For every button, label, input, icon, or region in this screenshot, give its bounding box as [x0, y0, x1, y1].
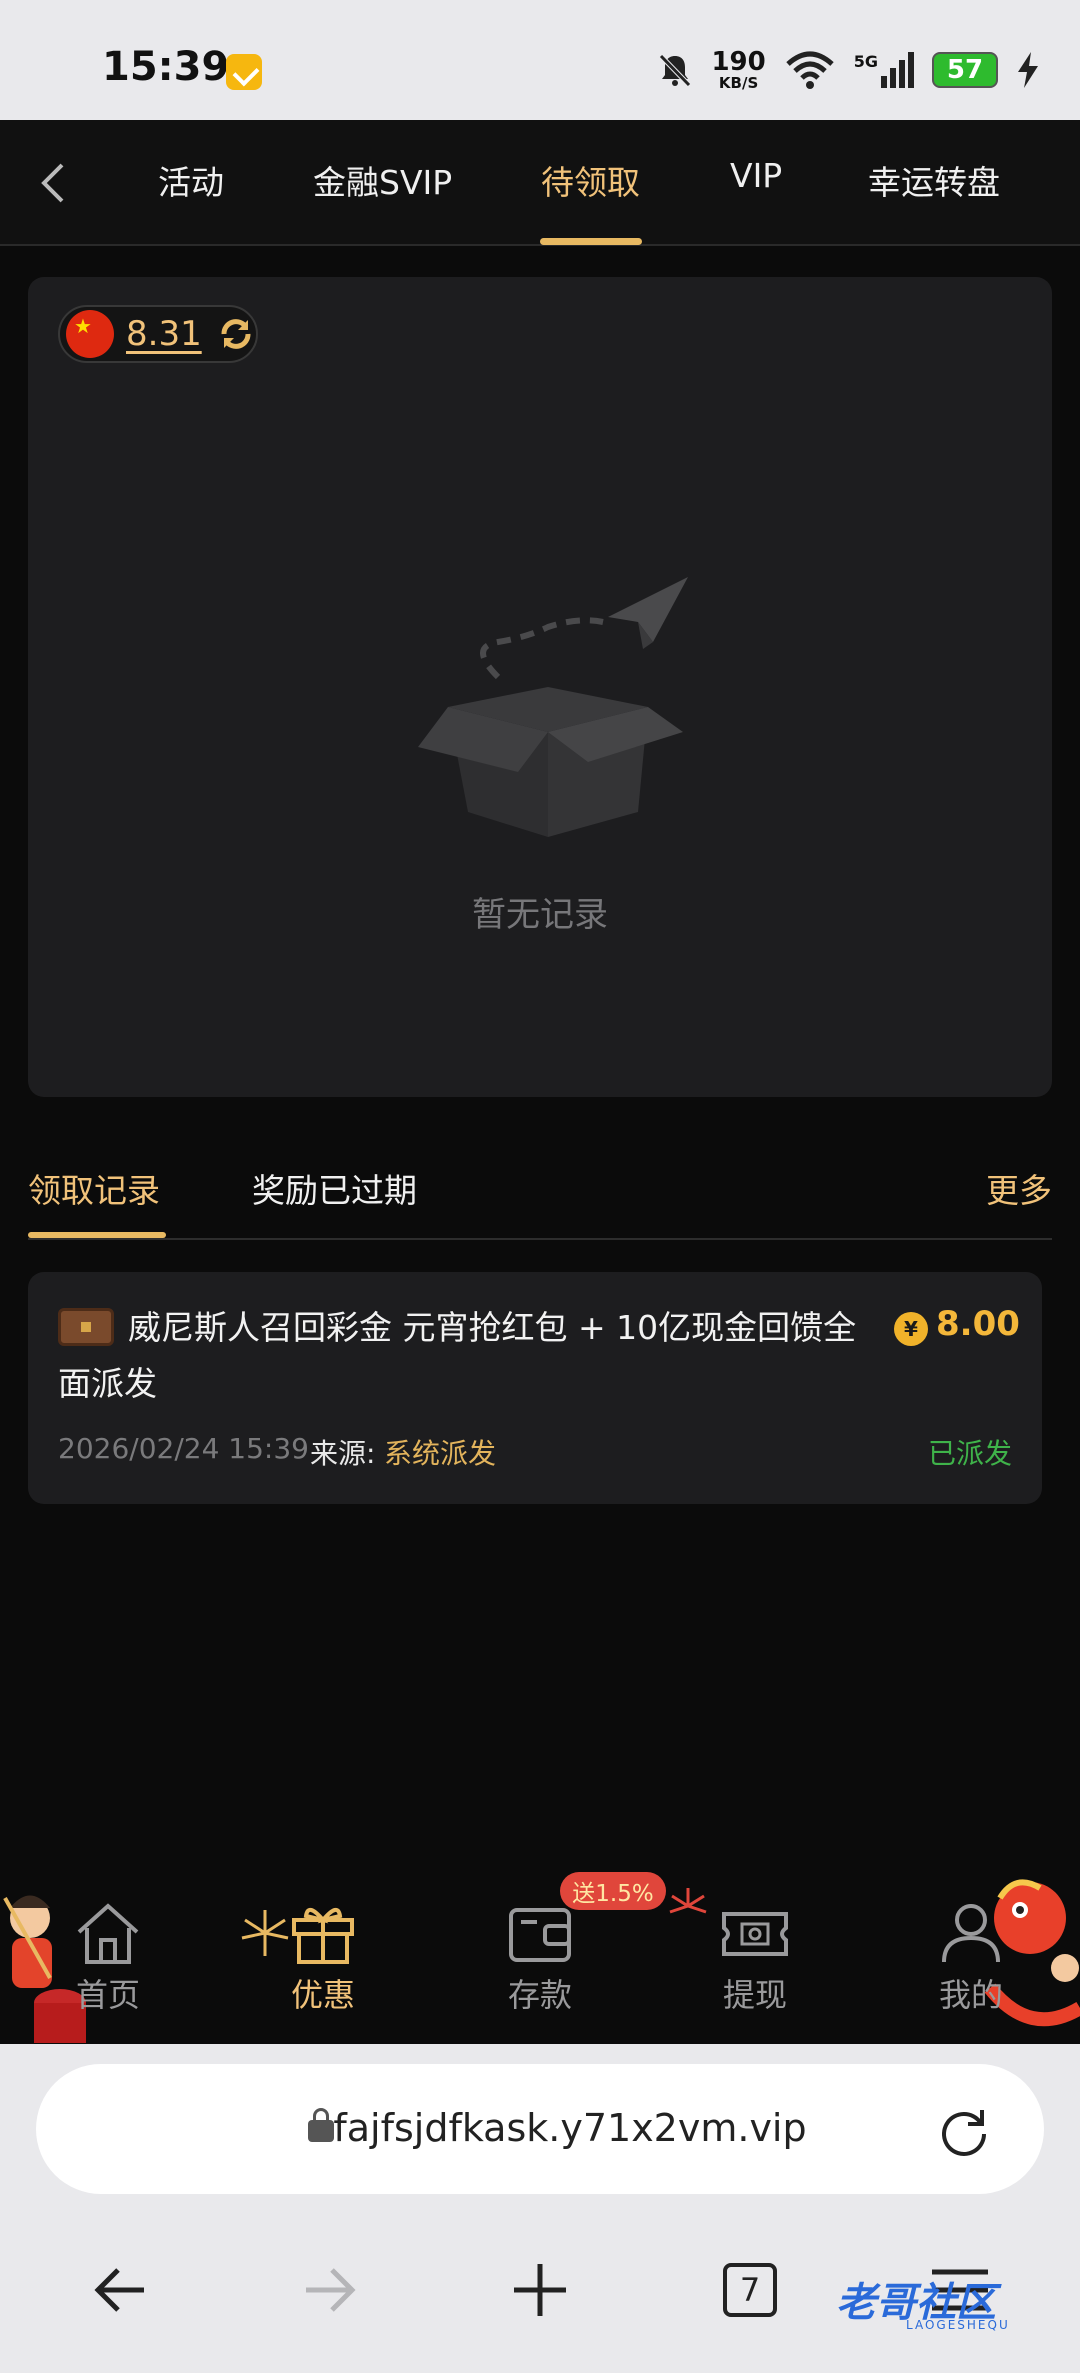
home-icon	[77, 1903, 139, 1964]
wallet-icon	[509, 1908, 571, 1962]
china-flag-icon	[66, 310, 114, 358]
signal-5g-icon: 5G	[854, 52, 914, 88]
browser-forward-button[interactable]	[290, 2250, 370, 2330]
reload-icon[interactable]	[936, 2104, 992, 2160]
net-speed: 190 KB/S	[711, 47, 766, 92]
active-tab-indicator	[540, 238, 642, 245]
user-icon	[942, 1904, 1000, 1963]
address-bar[interactable]: fajfsjdfkask.y71x2vm.vip	[36, 2064, 1044, 2194]
tab-count: 7	[723, 2263, 777, 2317]
nav-profile-label: 我的	[938, 1976, 1003, 2014]
tab-lucky-wheel[interactable]: 幸运转盘	[868, 156, 1000, 204]
gift-icon	[292, 1908, 354, 1964]
nav-profile[interactable]: 我的	[906, 1900, 1036, 2030]
nav-withdraw-label: 提现	[722, 1976, 787, 2014]
yuan-coin-icon: ¥	[894, 1312, 928, 1346]
active-record-tab-indicator	[28, 1232, 166, 1238]
nav-home-label: 首页	[75, 1976, 140, 2014]
tab-pending[interactable]: 待领取	[541, 156, 640, 204]
balance-pill[interactable]: 8.31	[58, 305, 258, 363]
mute-bell-icon	[659, 54, 692, 87]
status-time: 15:39	[102, 44, 230, 90]
watermark-subtext: LAOGESHEQU	[906, 2318, 1010, 2332]
record-date: 2026/02/24 15:39	[58, 1432, 309, 1465]
nav-home[interactable]: 首页	[43, 1900, 173, 2030]
plus-icon	[514, 2264, 566, 2316]
back-button[interactable]	[28, 158, 78, 208]
bottom-app-nav: 首页 优惠 存款 提现 我的	[0, 1868, 1080, 2044]
tabs-button[interactable]: 7	[710, 2250, 790, 2330]
empty-state-text: 暂无记录	[472, 895, 608, 935]
nav-promotions-label: 优惠	[290, 1976, 355, 2014]
tab-claim-records[interactable]: 领取记录	[28, 1164, 160, 1212]
new-tab-button[interactable]	[500, 2250, 580, 2330]
tab-finance-svip[interactable]: 金融SVIP	[313, 156, 452, 204]
nav-deposit-label: 存款	[507, 1976, 572, 2014]
top-nav: 活动 金融SVIP 待领取 VIP 幸运转盘	[0, 120, 1080, 246]
notification-app-icon	[226, 54, 262, 90]
record-tabs: 领取记录 奖励已过期 更多	[28, 1150, 1052, 1240]
more-link[interactable]: 更多	[986, 1164, 1052, 1212]
nav-withdraw[interactable]: 提现	[690, 1900, 820, 2030]
record-amount: 8.00	[936, 1304, 1020, 1344]
browser-back-button[interactable]	[80, 2250, 160, 2330]
nav-promotions[interactable]: 优惠	[258, 1900, 388, 2030]
record-title: 威尼斯人召回彩金 元宵抢红包 + 10亿现金回馈全面派发	[58, 1308, 857, 1403]
refresh-icon[interactable]	[216, 314, 256, 354]
record-source: 系统派发	[384, 1437, 497, 1470]
record-source-label: 来源:	[310, 1437, 376, 1470]
empty-box-icon	[418, 577, 688, 837]
status-bar: 15:39 190 KB/S 5G 57	[0, 0, 1080, 120]
tab-expired-rewards[interactable]: 奖励已过期	[252, 1164, 417, 1212]
withdraw-icon	[722, 1912, 788, 1956]
pending-rewards-card: 8.31 暂无记录	[28, 277, 1052, 1097]
tab-vip[interactable]: VIP	[730, 156, 782, 195]
arrow-right-icon	[306, 2268, 356, 2312]
arrow-left-icon	[94, 2268, 144, 2312]
balance-value: 8.31	[126, 314, 202, 354]
nav-deposit[interactable]: 存款	[475, 1900, 605, 2030]
tab-activity[interactable]: 活动	[158, 156, 224, 204]
wifi-icon	[786, 51, 834, 89]
chevron-left-icon	[41, 163, 64, 203]
battery-icon: 57	[932, 52, 998, 88]
status-icons: 190 KB/S 5G 57	[657, 46, 1040, 94]
list-item[interactable]: 威尼斯人召回彩金 元宵抢红包 + 10亿现金回馈全面派发 ¥ 8.00 2026…	[28, 1272, 1042, 1504]
record-status: 已派发	[927, 1437, 1012, 1470]
url-text: fajfsjdfkask.y71x2vm.vip	[333, 2106, 807, 2150]
deposit-promo-badge: 送1.5%	[560, 1872, 666, 1910]
charging-bolt-icon	[1018, 52, 1038, 88]
